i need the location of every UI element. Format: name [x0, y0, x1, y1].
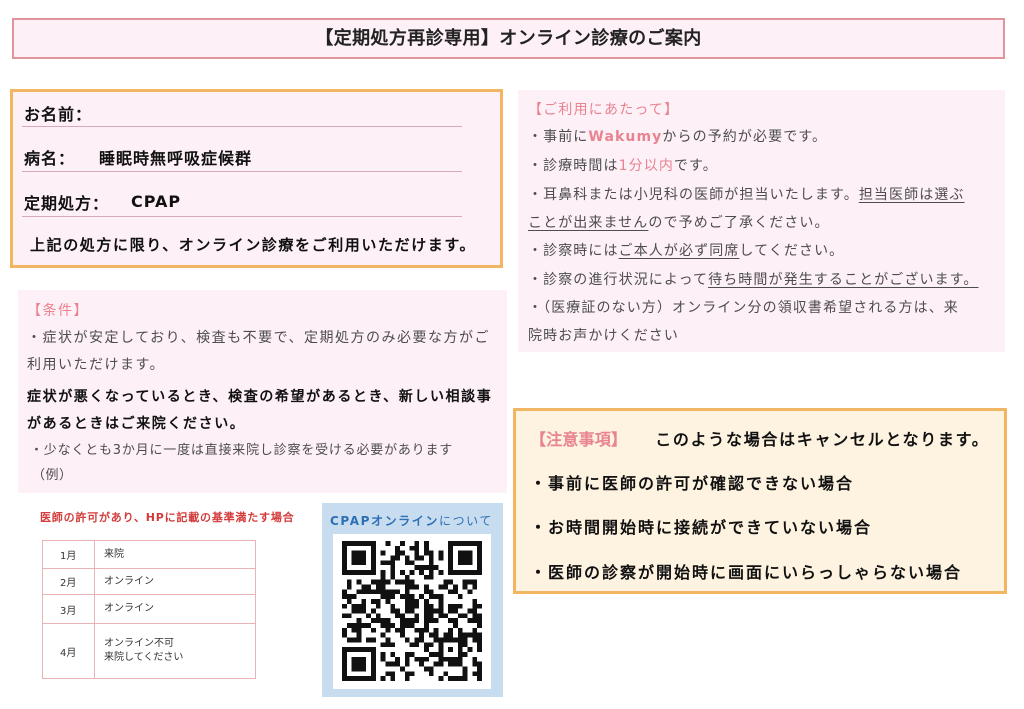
diagnosis-value: 睡眠時無呼吸症候群 [99, 148, 253, 168]
caution-item: ・医師の診察が開始時に画面にいらっしゃらない場合 [530, 563, 963, 582]
schedule-month: 2月 [42, 568, 95, 595]
usage-text: です。 [673, 158, 718, 174]
schedule-status: オンライン [94, 594, 256, 624]
caution-panel: 【注意事項】 このような場合はキャンセルとなります。 ・事前に医師の許可が確認でき… [513, 408, 1007, 594]
schedule-status-text: 来院 [104, 548, 124, 560]
schedule-row: 3月 オンライン [42, 594, 256, 624]
prescription-label: 定期処方： [24, 193, 110, 213]
name-label: お名前： [24, 104, 93, 124]
schedule-month: 1月 [42, 540, 95, 569]
caution-tag: 【注意事項】 [530, 430, 628, 449]
qr-panel: CPAPオンラインについて [322, 503, 503, 697]
caution-item: ・事前に医師の許可が確認できない場合 [530, 474, 855, 493]
usage-line: ・診察時にはご本人が必ず同席してください。 [528, 241, 844, 261]
conditions-warning-line: があるときはご来院ください。 [27, 416, 246, 432]
usage-text: 院時お声かけください [528, 328, 679, 344]
schedule-status-text: オンライン [104, 575, 154, 587]
conditions-line: 利用いただけます。 [27, 357, 166, 373]
usage-heading: 【ご利用にあたって】 [528, 102, 680, 118]
schedule-row: 2月 オンライン [42, 568, 256, 595]
usage-line: ・（医療証のない方）オンライン分の領収書希望される方は、来 [528, 298, 959, 318]
usage-text: ・耳鼻科または小児科の医師が担当いたします。 [528, 187, 859, 203]
usage-line: ・事前にWakumyからの予約が必要です。 [528, 127, 827, 147]
schedule-row: 1月 来院 [42, 540, 256, 569]
qr-code [342, 541, 482, 681]
underlined-text: ことが出来ません [528, 215, 649, 231]
caution-heading: 【注意事項】 このような場合はキャンセルとなります。 [530, 428, 989, 452]
prescription-value: CPAP [131, 192, 182, 211]
schedule-status: 来院 [94, 540, 256, 569]
usage-text: ・診療時間は [528, 158, 619, 174]
schedule-status-text: 来院してください [104, 652, 184, 663]
qr-title-rest: について [438, 514, 494, 528]
schedule-heading: 医師の許可があり、HPに記載の基準満たす場合 [40, 511, 295, 524]
usage-text: ・（医療証のない方）オンライン分の領収書希望される方は、来 [528, 300, 959, 316]
schedule-status: オンライン [94, 568, 256, 595]
usage-line: ・診療時間は1分以内です。 [528, 156, 718, 176]
flyer-page: 【定期処方再診専用】オンライン診療のご案内 お名前： 病名： 睡眠時無呼吸症候群… [0, 0, 1024, 709]
schedule-row: 4月 オンライン不可 来院してください [42, 623, 256, 679]
usage-line: ・耳鼻科または小児科の医師が担当いたします。担当医師は選ぶ [528, 185, 965, 205]
prescription-row: 定期処方： CPAP [22, 187, 462, 217]
usage-panel: 【ご利用にあたって】 ・事前にWakumyからの予約が必要です。 ・診療時間は1… [518, 90, 1005, 352]
qr-title-bold: CPAPオンライン [330, 514, 439, 528]
schedule-status: オンライン不可 来院してください [94, 623, 256, 679]
highlight-text: 1分以内 [618, 158, 674, 174]
highlight-text: Wakumy [588, 129, 663, 145]
usage-text: からの予約が必要です。 [662, 129, 828, 145]
schedule-table: 1月 来院 2月 オンライン 3月 オンライン 4月 オンライン不可 来院してく… [42, 540, 256, 679]
conditions-line: ・症状が安定しており、検査も不要で、定期処方のみ必要な方がご [27, 330, 491, 346]
conditions-warning-line: 症状が悪くなっているとき、検査の希望があるとき、新しい相談事 [27, 389, 493, 405]
usage-line: 院時お声かけください [528, 326, 679, 346]
usage-text: ・診察時には [528, 243, 619, 259]
diagnosis-row: 病名： 睡眠時無呼吸症候群 [22, 142, 462, 172]
conditions-panel: 【条件】 ・症状が安定しており、検査も不要で、定期処方のみ必要な方がご 利用いた… [18, 290, 507, 493]
underlined-text: 待ち時間が発生することがございます。 [708, 272, 979, 288]
title-banner: 【定期処方再診専用】オンライン診療のご案内 [12, 18, 1005, 59]
underlined-text: 担当医師は選ぶ [858, 187, 965, 203]
usage-line: ・診察の進行状況によって待ち時間が発生することがございます。 [528, 270, 979, 290]
diagnosis-label: 病名： [24, 148, 76, 168]
usage-text: ・診察の進行状況によって [528, 272, 709, 288]
usage-text: ・事前に [528, 129, 589, 145]
qr-frame [333, 534, 491, 689]
schedule-month: 3月 [42, 594, 95, 624]
underlined-text: ご本人が必ず同席 [618, 243, 740, 259]
schedule-month: 4月 [42, 623, 95, 679]
caution-headline: このような場合はキャンセルとなります。 [655, 430, 990, 449]
schedule-status-text: オンライン [104, 603, 154, 614]
qr-title: CPAPオンラインについて [330, 511, 493, 531]
usage-text: ので予めご了承ください。 [648, 215, 830, 231]
conditions-heading: 【条件】 [27, 303, 89, 319]
conditions-visit-note: ・少なくとも3か月に一度は直接来院し診察を受ける必要があります [30, 443, 454, 458]
usage-text: してください。 [739, 243, 845, 259]
conditions-example-label: （例） [32, 468, 73, 483]
caution-item: ・お時間開始時に接続ができていない場合 [530, 518, 873, 537]
name-row: お名前： [22, 99, 462, 127]
schedule-status-text: オンライン不可 [104, 638, 174, 649]
eligibility-note: 上記の処方に限り、オンライン診療をご利用いただけます。 [30, 236, 477, 254]
page-title: 【定期処方再診専用】オンライン診療のご案内 [315, 28, 702, 49]
patient-info-box: お名前： 病名： 睡眠時無呼吸症候群 定期処方： CPAP 上記の処方に限り、オ… [10, 89, 503, 268]
usage-line: ことが出来ませんので予めご了承ください。 [528, 213, 830, 233]
